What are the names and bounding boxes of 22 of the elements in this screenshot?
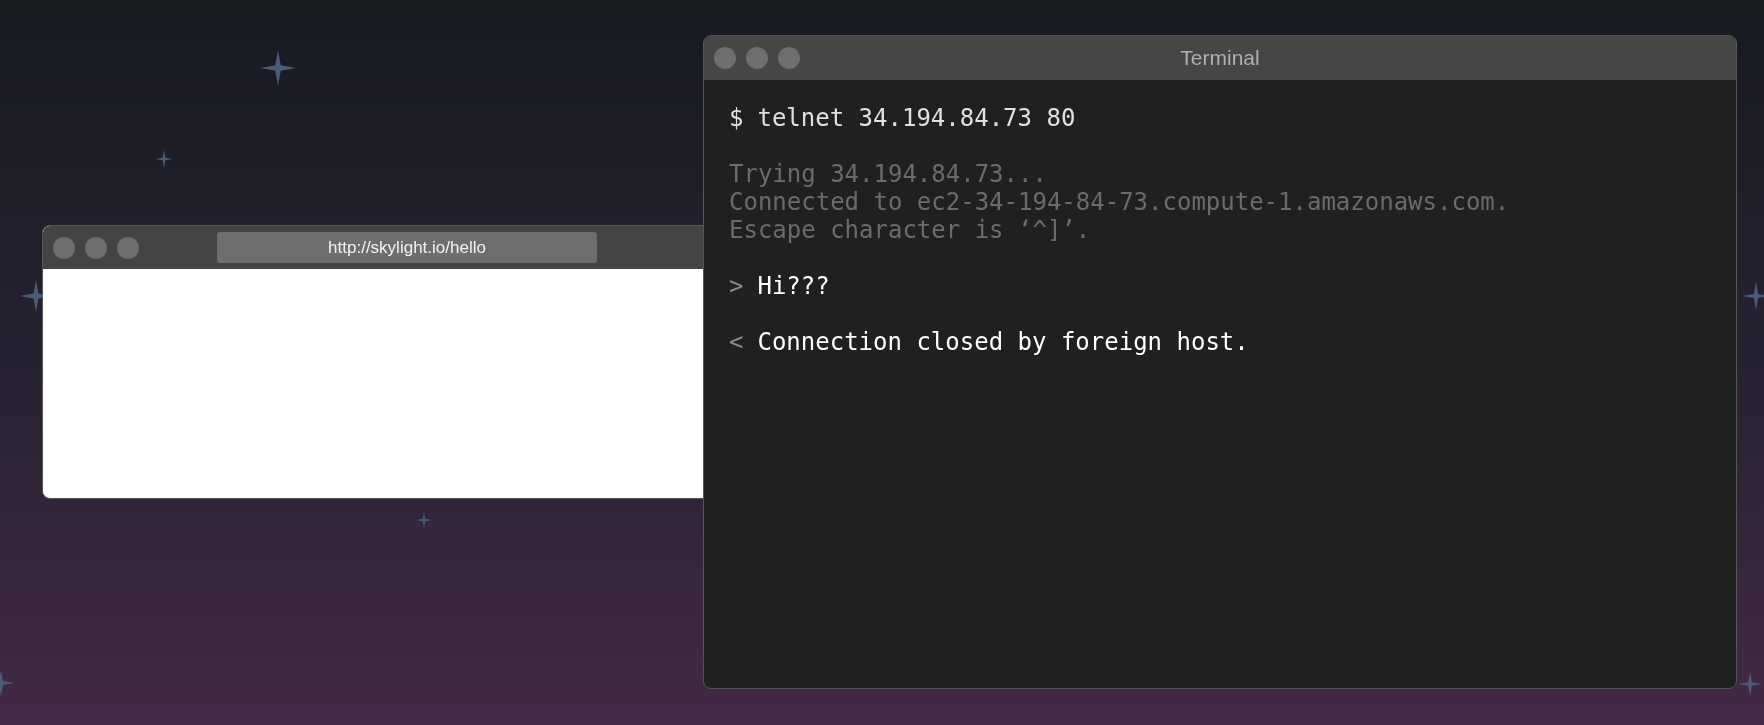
sparkle-icon (260, 50, 296, 86)
message-text: Connection closed by foreign host. (757, 328, 1249, 356)
window-control-icon[interactable] (746, 47, 768, 69)
window-control-icon[interactable] (85, 236, 107, 259)
window-control-icon[interactable] (714, 47, 736, 69)
sparkle-icon (155, 150, 173, 168)
sparkle-icon (1742, 282, 1764, 310)
direction-symbol: < (729, 328, 744, 356)
window-control-icon[interactable] (117, 236, 139, 259)
window-title: Terminal (1180, 45, 1260, 72)
output-text: Trying 34.194.84.73... (729, 160, 1047, 188)
message-text: Hi??? (757, 272, 830, 300)
sparkle-icon (416, 512, 432, 528)
sparkle-icon (1738, 672, 1762, 696)
output-text: Connected to ec2-34-194-84-73.compute-1.amazonaws.com. (729, 188, 1510, 216)
command-text: telnet 34.194.84.73 80 (757, 104, 1076, 132)
address-bar[interactable]: http://skylight.io/hello (217, 232, 597, 263)
prompt-symbol: $ (729, 104, 744, 132)
output-text: Escape character is ‘^]’. (729, 216, 1091, 244)
direction-symbol: > (729, 272, 744, 300)
window-control-icon[interactable] (778, 47, 800, 69)
window-control-icon[interactable] (53, 236, 75, 259)
